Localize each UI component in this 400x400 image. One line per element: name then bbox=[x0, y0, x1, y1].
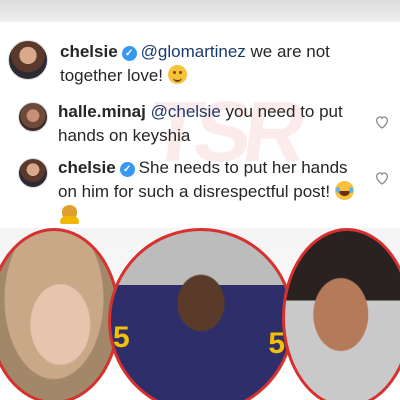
heart-icon[interactable] bbox=[374, 170, 390, 186]
avatar-chelsie[interactable] bbox=[18, 158, 48, 188]
comment-1-text: chelsie ✓ @glomartinez we are not together… bbox=[60, 40, 380, 88]
comment-3-text: chelsie ✓ She needs to put her hands on hi… bbox=[58, 156, 358, 228]
verified-badge-icon: ✓ bbox=[119, 162, 135, 177]
comment-username[interactable]: halle.minaj bbox=[58, 102, 146, 121]
comment-username[interactable]: chelsie bbox=[60, 42, 118, 61]
avatar-chelsie[interactable] bbox=[8, 40, 48, 80]
photo-circle-middle: 5 5 bbox=[108, 228, 294, 400]
smiling-face-emoji bbox=[167, 65, 187, 84]
comment-mention[interactable]: @chelsie bbox=[151, 102, 221, 121]
facepalm-emoji bbox=[60, 205, 79, 224]
jersey-number-left: 5 bbox=[113, 321, 130, 354]
comment-3: chelsie ✓ She needs to put her hands on hi… bbox=[18, 156, 378, 228]
verified-badge-icon: ✓ bbox=[121, 46, 137, 61]
comment-username[interactable]: chelsie bbox=[58, 158, 116, 177]
comment-2: halle.minaj @chelsie you need to put han… bbox=[18, 100, 378, 148]
laughing-tears-emoji bbox=[334, 181, 354, 200]
comment-1: chelsie ✓ @glomartinez we are not together… bbox=[8, 40, 388, 88]
comment-2-text: halle.minaj @chelsie you need to put han… bbox=[58, 100, 358, 148]
top-image-strip bbox=[0, 0, 400, 22]
heart-icon[interactable] bbox=[374, 114, 390, 130]
avatar-halle-minaj[interactable] bbox=[18, 102, 48, 132]
comment-mention[interactable]: @glomartinez bbox=[141, 42, 246, 61]
